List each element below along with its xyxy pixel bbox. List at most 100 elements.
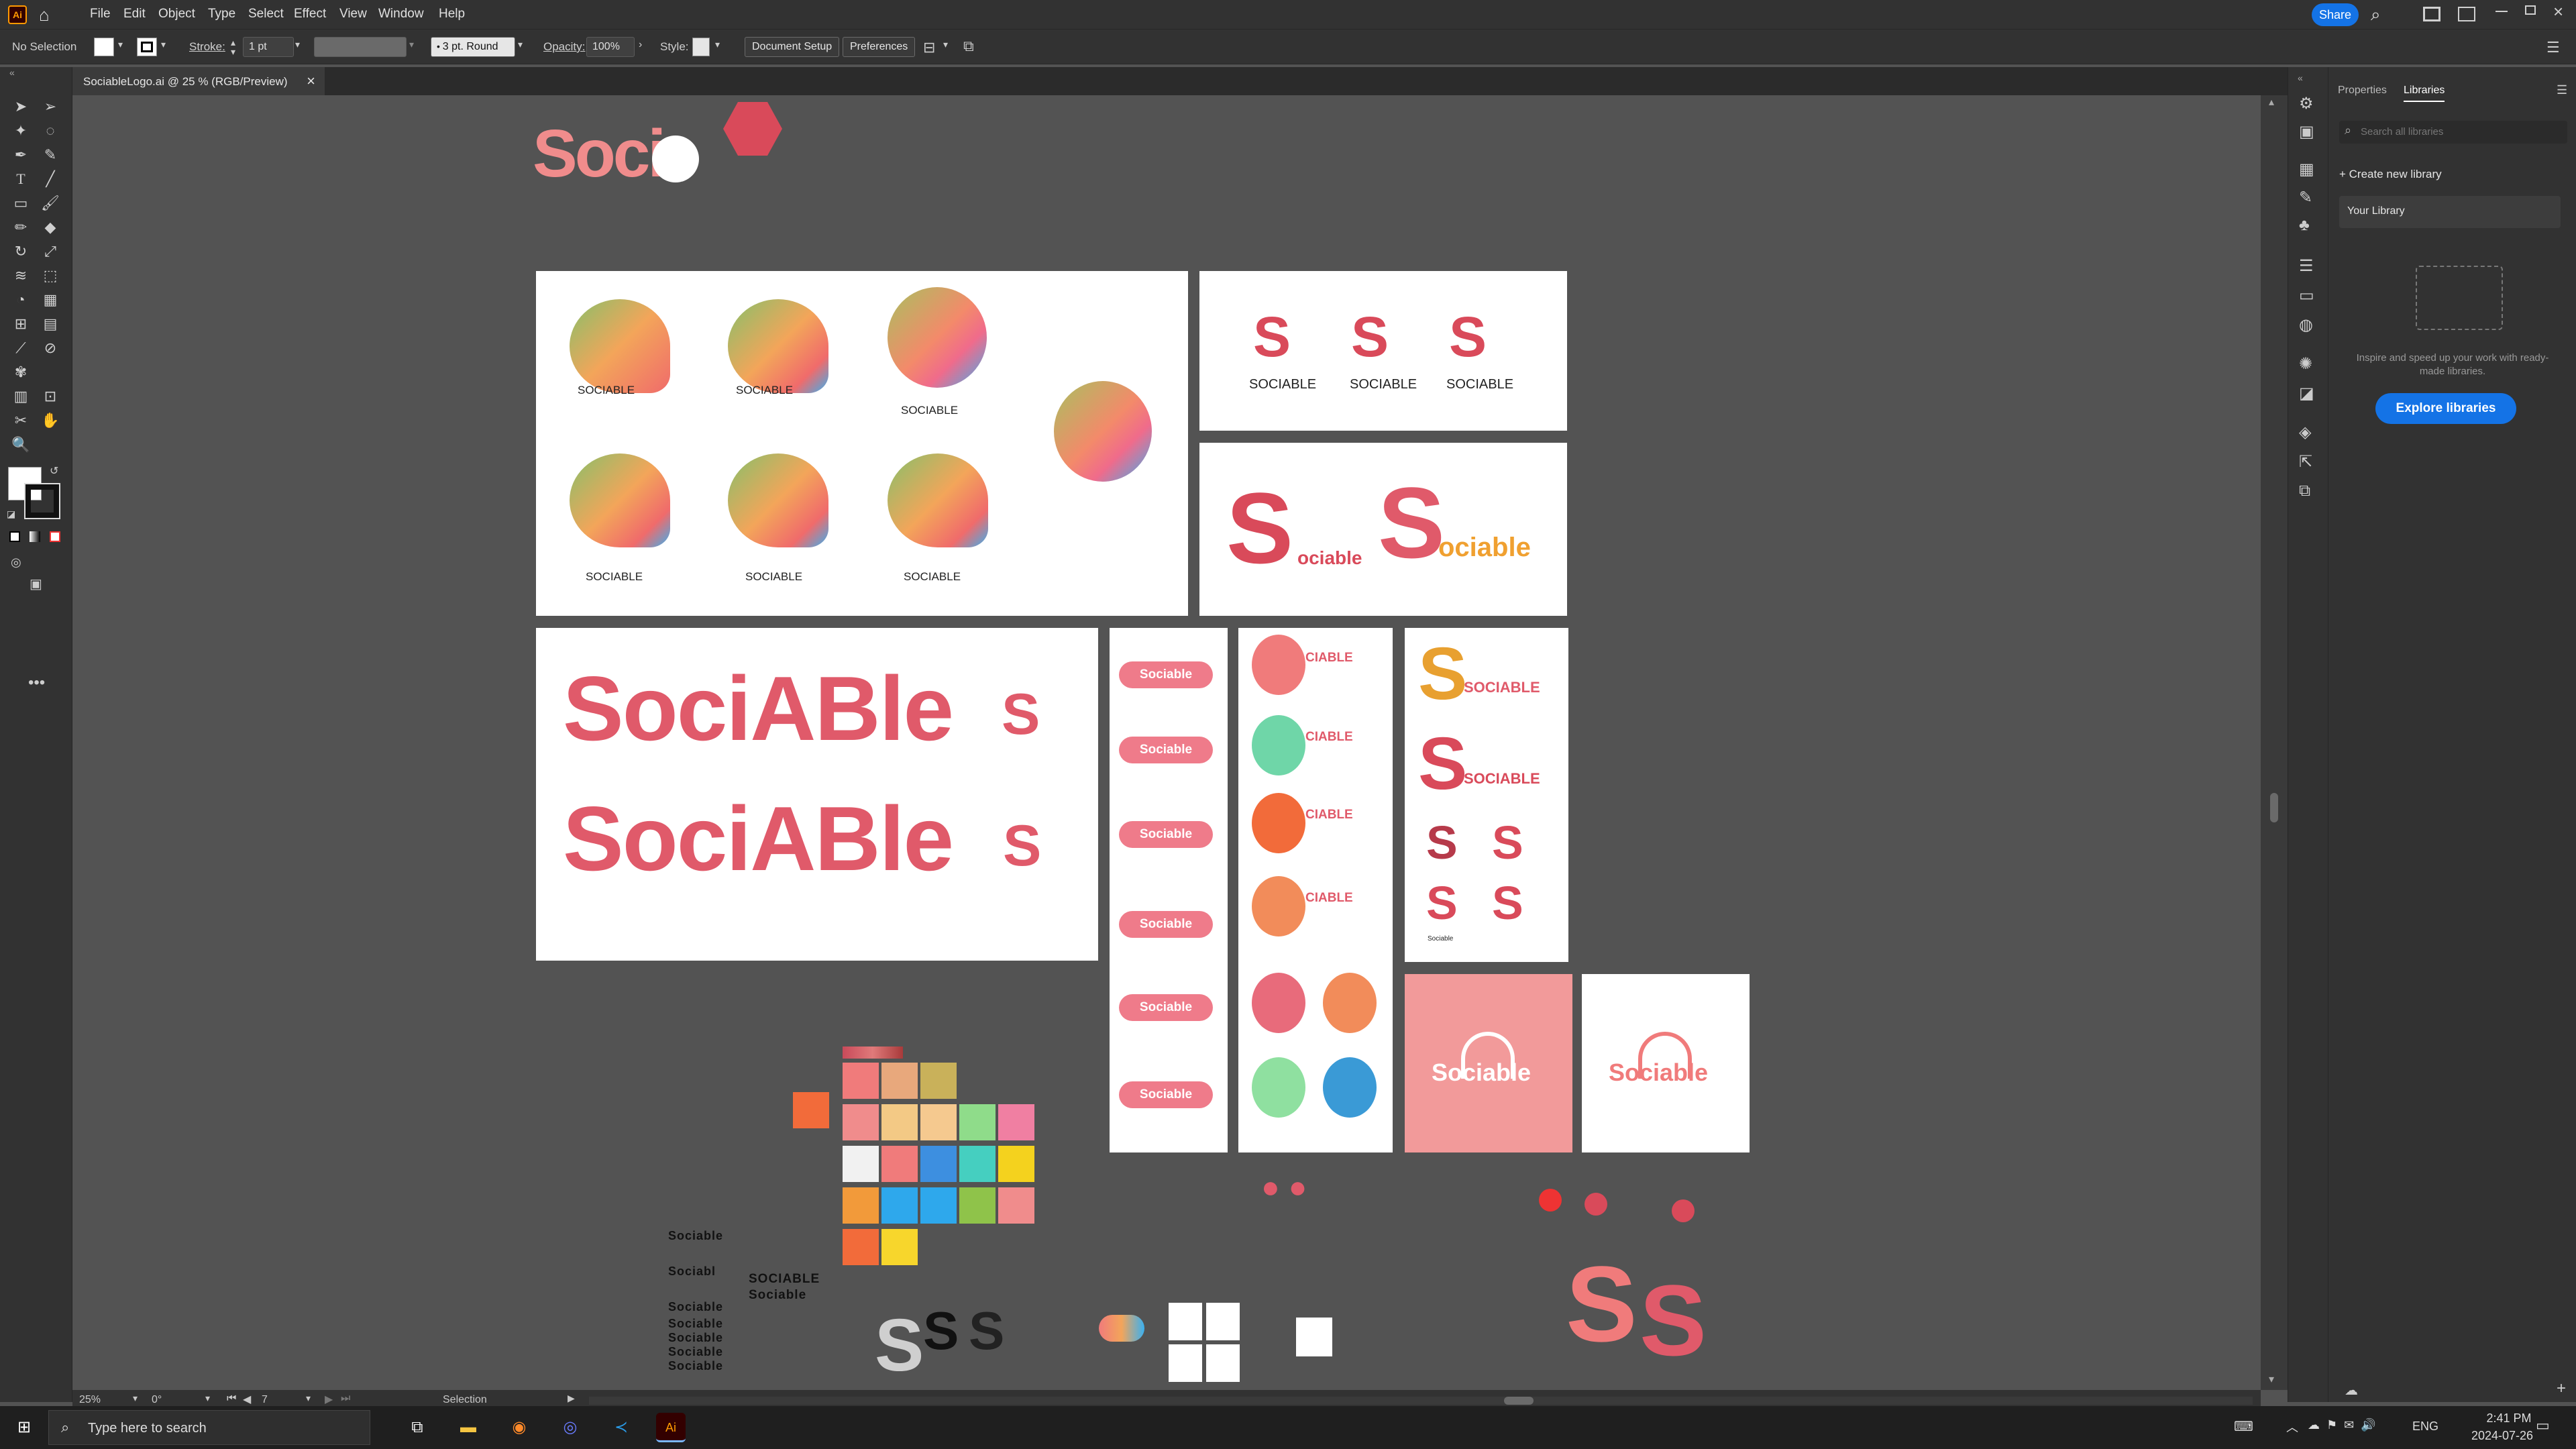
symbol-sprayer-tool-icon[interactable]: ✾	[11, 362, 31, 382]
artboard-pill-badges[interactable]: Sociable Sociable Sociable Sociable Soci…	[1110, 628, 1228, 1152]
layers-panel-icon[interactable]: ◈	[2299, 423, 2311, 442]
prev-artboard-icon[interactable]: ◀	[243, 1393, 251, 1406]
perspective-grid-tool-icon[interactable]: ▦	[40, 290, 60, 310]
clock-date[interactable]: 2024-07-26	[2455, 1429, 2549, 1443]
document-tab[interactable]: SociableLogo.ai @ 25 % (RGB/Preview) ×	[72, 67, 325, 95]
color-mode-icon[interactable]	[9, 531, 20, 542]
opacity-label[interactable]: Opacity:	[543, 40, 585, 54]
last-artboard-icon[interactable]: ⏭	[341, 1393, 350, 1405]
symbols-panel-icon[interactable]: ♣	[2299, 216, 2310, 235]
artboards-panel-icon[interactable]: ⧉	[2299, 482, 2310, 500]
default-colors-icon[interactable]: ◪	[7, 508, 15, 520]
palette-swatch[interactable]	[843, 1187, 879, 1224]
illustrator-taskbar-icon[interactable]: Ai	[656, 1413, 686, 1442]
direct-selection-tool-icon[interactable]: ➢	[40, 97, 60, 117]
transparency-panel-icon[interactable]: ◍	[2299, 315, 2313, 335]
palette-swatch[interactable]	[881, 1229, 918, 1265]
artboard-pink-tile[interactable]: Sociable	[1405, 974, 1572, 1152]
brush-definition[interactable]: • 3 pt. Round	[431, 37, 515, 57]
share-button[interactable]: Share	[2312, 3, 2359, 26]
scroll-up-icon[interactable]: ▴	[2269, 95, 2274, 109]
artboard-white-tile[interactable]: Sociable	[1582, 974, 1750, 1152]
artboard-display-wordmark[interactable]: SociABle S SociABle S	[536, 628, 1098, 961]
search-icon[interactable]: ⌕	[2371, 4, 2381, 25]
chat-app-icon[interactable]: ◎	[555, 1413, 585, 1442]
taskbar-search-box[interactable]: ⌕ Type here to search	[48, 1410, 370, 1445]
brush-dropdown-icon[interactable]: ▾	[518, 39, 523, 50]
start-button-icon[interactable]: ⊞	[9, 1413, 39, 1442]
canvas[interactable]: Soci SOCIABLE SOCIABLE SOCIABLE SOCIABLE…	[72, 95, 2261, 1390]
artboard-s-variants[interactable]: CIABLE CIABLE CIABLE CIABLE	[1238, 628, 1393, 1152]
artboard-number-field[interactable]: 7	[262, 1394, 302, 1406]
hand-tool-icon[interactable]: ✋	[40, 411, 60, 431]
expand-panels-icon[interactable]: «	[2298, 72, 2303, 83]
lasso-tool-icon[interactable]: ◌	[40, 121, 60, 141]
shape-builder-tool-icon[interactable]: ◔	[11, 290, 31, 310]
free-transform-tool-icon[interactable]: ⬚	[40, 266, 60, 286]
document-setup-button[interactable]: Document Setup	[745, 37, 840, 57]
zoom-field[interactable]: 25%	[79, 1394, 133, 1406]
palette-swatch[interactable]	[998, 1146, 1034, 1182]
add-library-icon[interactable]: +	[2557, 1379, 2566, 1398]
zoom-tool-icon[interactable]: 🔍	[11, 435, 31, 455]
stroke-swatch[interactable]	[137, 38, 157, 56]
file-explorer-icon[interactable]: ▬	[453, 1413, 483, 1442]
gradient-panel-icon[interactable]: ▭	[2299, 286, 2314, 305]
tab-libraries[interactable]: Libraries	[2404, 85, 2445, 102]
style-dropdown-icon[interactable]: ▾	[715, 39, 720, 50]
artboard-dropdown-icon[interactable]: ▾	[306, 1393, 311, 1404]
library-search-input[interactable]: ⌕ Search all libraries	[2339, 121, 2567, 144]
artboard-split-s[interactable]: S ociable S ociable	[1199, 443, 1567, 616]
language-indicator[interactable]: ENG	[2412, 1419, 2438, 1434]
panel-menu-icon[interactable]: ☰	[2546, 39, 2560, 56]
magic-wand-tool-icon[interactable]: ✦	[11, 121, 31, 141]
menu-select[interactable]: Select	[248, 7, 284, 21]
style-swatch[interactable]	[692, 38, 710, 56]
type-tool-icon[interactable]: T	[11, 169, 31, 189]
palette-swatch[interactable]	[843, 1229, 879, 1265]
shaper-tool-icon[interactable]: ✏	[11, 217, 31, 237]
fill-swatch[interactable]	[94, 38, 114, 56]
notifications-icon[interactable]: ▭	[2536, 1417, 2550, 1434]
gradient-tool-icon[interactable]: ▤	[40, 314, 60, 334]
menu-edit[interactable]: Edit	[123, 7, 146, 21]
graphic-styles-panel-icon[interactable]: ◪	[2299, 384, 2314, 403]
swap-colors-icon[interactable]: ↺	[50, 464, 58, 478]
stroke-weight-field[interactable]: 1 pt	[243, 37, 294, 57]
blend-tool-icon[interactable]: ⊘	[40, 338, 60, 358]
artboard-s-sociable[interactable]: S SOCIABLE S SOCIABLE S S S S Sociable	[1405, 628, 1568, 962]
fill-dropdown-icon[interactable]: ▾	[118, 39, 123, 50]
opacity-arrow-icon[interactable]: ›	[639, 39, 642, 51]
stroke-stepper-icon[interactable]: ▴ ▾	[231, 38, 235, 56]
artboard-thumb-single[interactable]	[1296, 1318, 1332, 1356]
palette-swatch[interactable]	[959, 1187, 996, 1224]
menu-object[interactable]: Object	[158, 7, 195, 21]
close-icon[interactable]: ×	[2553, 1, 2563, 22]
swatches-panel-icon[interactable]: ▦	[2299, 160, 2314, 179]
curvature-tool-icon[interactable]: ✎	[40, 145, 60, 165]
libraries-panel-icon[interactable]: ▣	[2299, 122, 2314, 142]
palette-swatch[interactable]	[881, 1063, 918, 1099]
your-library-item[interactable]: Your Library	[2339, 196, 2561, 228]
rotate-tool-icon[interactable]: ↻	[11, 241, 31, 262]
maximize-icon[interactable]	[2525, 5, 2536, 15]
palette-swatch[interactable]	[881, 1187, 918, 1224]
horizontal-scrollbar[interactable]	[589, 1397, 2253, 1405]
horizontal-scroll-thumb[interactable]	[1504, 1397, 1534, 1405]
edit-toolbar-icon[interactable]: •••	[28, 674, 45, 692]
orange-swatch[interactable]	[793, 1092, 829, 1128]
explore-libraries-button[interactable]: Explore libraries	[2375, 393, 2516, 424]
profile-dropdown-icon[interactable]: ▾	[409, 39, 414, 50]
create-library-button[interactable]: + Create new library	[2339, 168, 2442, 181]
next-artboard-icon[interactable]: ▶	[325, 1393, 333, 1406]
first-artboard-icon[interactable]: ⏮	[227, 1393, 236, 1405]
vertical-scrollbar[interactable]: ▴ ▾	[2261, 95, 2288, 1390]
zoom-dropdown-icon[interactable]: ▾	[133, 1393, 138, 1404]
properties-panel-icon[interactable]: ⚙	[2299, 94, 2314, 113]
variable-width-profile[interactable]	[314, 37, 407, 57]
scroll-thumb[interactable]	[2270, 793, 2278, 822]
close-tab-icon[interactable]: ×	[307, 72, 315, 90]
vscode-icon[interactable]: ≺	[606, 1413, 636, 1442]
eraser-tool-icon[interactable]: ◆	[40, 217, 60, 237]
align-dropdown-icon[interactable]: ▾	[943, 39, 948, 50]
